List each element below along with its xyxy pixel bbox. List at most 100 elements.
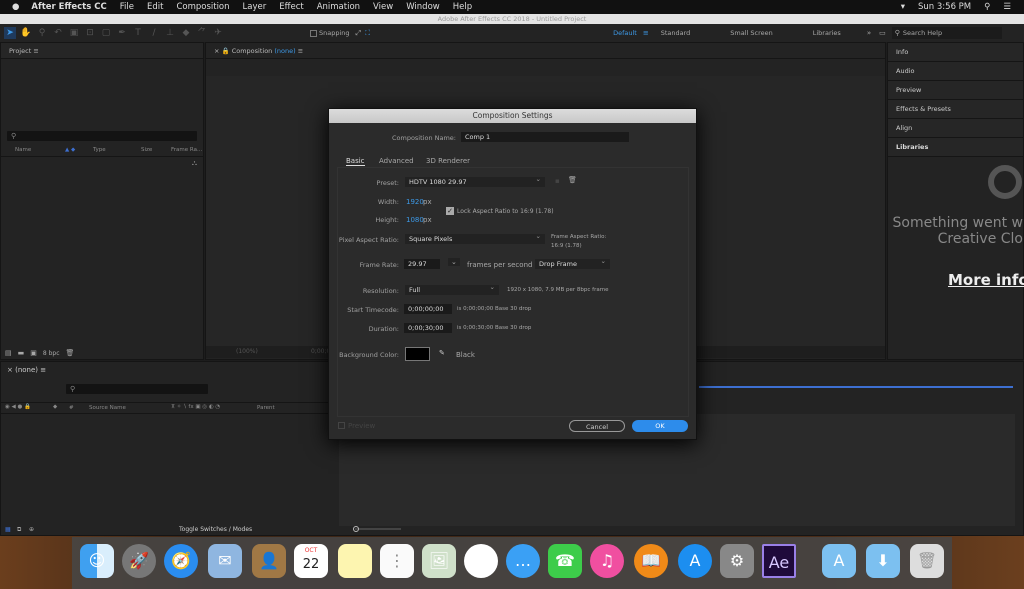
dock-reminders[interactable]: ⋮ xyxy=(380,544,414,578)
timeline-search-input[interactable]: ⚲ xyxy=(66,384,208,394)
panel-preview[interactable]: Preview xyxy=(888,81,1023,100)
label-icon[interactable]: ◆ xyxy=(53,404,57,410)
panel-audio[interactable]: Audio xyxy=(888,62,1023,81)
spotlight-icon[interactable]: ⚲ xyxy=(984,2,990,12)
dock-after-effects[interactable]: Ae xyxy=(762,544,796,578)
panel-libraries[interactable]: Libraries xyxy=(888,138,1023,157)
col-source-name[interactable]: Source Name xyxy=(89,405,126,411)
roto-tool-icon[interactable]: ⺈ xyxy=(196,27,208,39)
close-icon[interactable]: × xyxy=(214,47,219,55)
col-size[interactable]: Size xyxy=(141,147,152,153)
dock-facetime[interactable]: ☎ xyxy=(548,544,582,578)
shape-tool-icon[interactable]: ▢ xyxy=(100,27,112,39)
dock-safari[interactable]: 🧭 xyxy=(164,544,198,578)
col-frame-rate[interactable]: Frame Ra... xyxy=(171,147,202,153)
snap-features-icon[interactable]: ⛶ xyxy=(365,29,370,38)
project-panel-header[interactable]: Project ≡ xyxy=(1,43,203,59)
timeline-header[interactable]: × (none) ≡ xyxy=(7,366,46,374)
background-color-swatch[interactable] xyxy=(405,347,430,361)
pan-behind-tool-icon[interactable]: ⊡ xyxy=(84,27,96,39)
clone-tool-icon[interactable]: ⊥ xyxy=(164,27,176,39)
interpret-footage-icon[interactable]: ▤ xyxy=(5,349,12,357)
more-info-link[interactable]: More info xyxy=(948,271,1024,289)
apple-icon[interactable]: ● xyxy=(12,2,19,12)
dock-contacts[interactable]: 👤 xyxy=(252,544,286,578)
rotate-tool-icon[interactable]: ↶ xyxy=(52,27,64,39)
duration-input[interactable]: 0;00;30;00 xyxy=(404,323,452,333)
search-help-field[interactable]: ⚲ Search Help xyxy=(891,27,1002,39)
zoom-tool-icon[interactable]: ⚲ xyxy=(36,27,48,39)
preview-checkbox[interactable] xyxy=(338,422,345,429)
eraser-tool-icon[interactable]: ◆ xyxy=(180,27,192,39)
tab-3d-renderer[interactable]: 3D Renderer xyxy=(426,157,470,165)
panel-info[interactable]: Info xyxy=(888,43,1023,62)
comp-name-input[interactable]: Comp 1 xyxy=(461,132,629,142)
dock-trash[interactable]: 🗑 xyxy=(910,544,944,578)
dock-itunes[interactable]: ♫ xyxy=(590,544,624,578)
panel-menu-icon[interactable]: ≡ xyxy=(298,47,303,55)
new-folder-icon[interactable]: ▬ xyxy=(18,349,25,357)
menu-edit[interactable]: Edit xyxy=(147,2,163,12)
sync-settings-icon[interactable]: ▭ xyxy=(879,29,886,37)
panel-align[interactable]: Align xyxy=(888,119,1023,138)
dock-preview[interactable]: 🖼 xyxy=(422,544,456,578)
menu-animation[interactable]: Animation xyxy=(317,2,360,12)
in-out-toggle-icon[interactable]: ⊕ xyxy=(29,526,34,533)
snapping-toggle[interactable]: Snapping xyxy=(310,29,350,37)
zoom-slider-handle[interactable] xyxy=(353,526,359,532)
preset-dropdown[interactable]: HDTV 1080 29.97 xyxy=(405,174,545,187)
par-dropdown[interactable]: Square Pixels xyxy=(405,231,545,244)
close-icon[interactable]: × xyxy=(7,366,13,374)
dock-ibooks[interactable]: 📖 xyxy=(634,544,668,578)
panel-menu-icon[interactable]: ≡ xyxy=(40,366,46,374)
col-parent[interactable]: Parent xyxy=(257,405,275,411)
dock-messages[interactable]: … xyxy=(506,544,540,578)
menu-layer[interactable]: Layer xyxy=(243,2,267,12)
notification-center-icon[interactable]: ☰ xyxy=(1003,2,1011,12)
snapping-checkbox[interactable] xyxy=(310,29,317,37)
flowchart-icon[interactable]: ⛬ xyxy=(192,159,197,168)
menu-view[interactable]: View xyxy=(373,2,393,12)
camera-tool-icon[interactable]: ▣ xyxy=(68,27,80,39)
snap-edges-icon[interactable]: ⤢ xyxy=(356,29,362,38)
more-workspaces-icon[interactable]: » xyxy=(867,29,871,37)
height-value[interactable]: 1080 xyxy=(406,216,424,224)
start-timecode-input[interactable]: 0;00;00;00 xyxy=(404,304,452,314)
lock-icon[interactable]: 🔒 xyxy=(222,47,230,55)
tab-basic[interactable]: Basic xyxy=(346,157,365,166)
project-search-input[interactable]: ⚲ xyxy=(7,131,197,141)
workspace-default[interactable]: Default xyxy=(613,29,637,37)
col-number[interactable]: # xyxy=(69,405,74,411)
airplay-icon[interactable]: ▾ xyxy=(901,2,905,12)
drop-frame-dropdown[interactable]: Drop Frame xyxy=(535,256,610,269)
menu-file[interactable]: File xyxy=(120,2,134,12)
menu-window[interactable]: Window xyxy=(406,2,440,12)
cancel-button[interactable]: Cancel xyxy=(569,420,625,432)
toggle-switches-modes[interactable]: Toggle Switches / Modes xyxy=(179,526,252,533)
trash-icon[interactable]: 🗑 xyxy=(66,349,75,357)
delete-preset-icon[interactable]: 🗑 xyxy=(568,176,577,184)
dock-app-store[interactable]: A xyxy=(678,544,712,578)
label-icon[interactable]: ▲ ◆ xyxy=(65,147,75,153)
workspace-menu-icon[interactable]: ≡ xyxy=(643,29,649,37)
pen-tool-icon[interactable]: ✒ xyxy=(116,27,128,39)
frame-rate-dropdown-icon[interactable]: ⌄ xyxy=(448,258,460,266)
menu-composition[interactable]: Composition xyxy=(176,2,229,12)
workspace-libraries[interactable]: Libraries xyxy=(813,29,841,37)
panel-effects-presets[interactable]: Effects & Presets xyxy=(888,100,1023,119)
dock-notes[interactable] xyxy=(338,544,372,578)
bpc-button[interactable]: 8 bpc xyxy=(43,350,60,357)
workspace-standard[interactable]: Standard xyxy=(661,29,691,37)
zoom-level[interactable]: (100%) xyxy=(236,348,258,355)
type-tool-icon[interactable]: T xyxy=(132,27,144,39)
zoom-slider[interactable] xyxy=(355,528,401,530)
dock-calendar[interactable]: OCT 22 xyxy=(294,544,328,578)
panel-menu-icon[interactable]: ≡ xyxy=(33,47,38,55)
clock[interactable]: Sun 3:56 PM xyxy=(918,2,971,12)
menu-effect[interactable]: Effect xyxy=(279,2,303,12)
av-switches-icons[interactable]: ◉ ◀ ● 🔒 xyxy=(5,404,31,410)
dock-photos[interactable]: ✿ xyxy=(464,544,498,578)
frame-rate-input[interactable]: 29.97 xyxy=(404,259,440,269)
ok-button[interactable]: OK xyxy=(632,420,688,432)
menu-help[interactable]: Help xyxy=(453,2,472,12)
